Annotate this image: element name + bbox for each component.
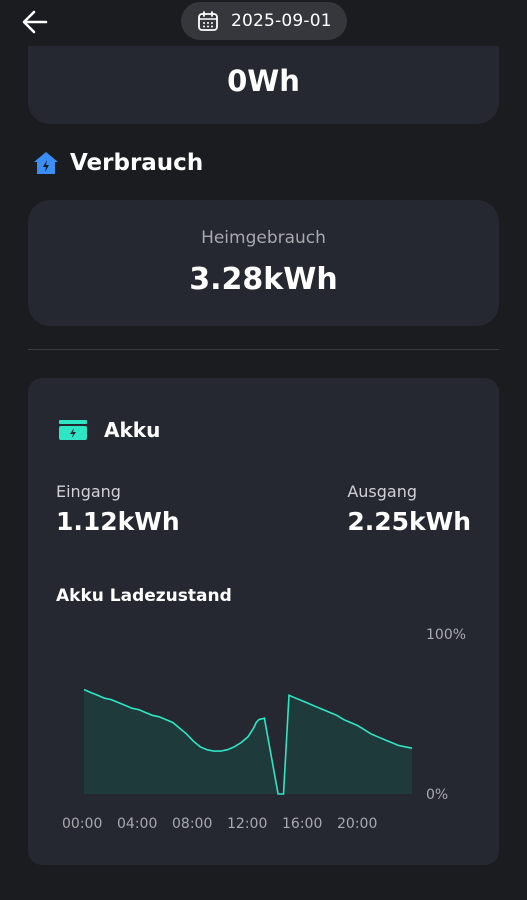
x-tick-label: 20:00 [337,816,377,832]
x-tick-label: 12:00 [227,816,267,832]
home-consumption-label: Heimgebrauch [201,228,326,248]
back-arrow-icon[interactable] [20,8,50,36]
battery-card: Akku Eingang 1.12kWh Ausgang 2.25kWh Akk… [28,378,499,865]
consumption-title: Verbrauch [70,150,204,176]
y-tick-label: 100% [426,627,466,643]
battery-icon [59,420,87,440]
battery-output-value: 2.25kWh [347,507,471,536]
home-consumption-value: 3.28kWh [189,262,338,297]
y-tick-label: 0% [426,787,448,803]
top-bar: 2025-09-01 [0,0,527,46]
battery-header: Akku [58,418,160,442]
home-icon [34,152,58,174]
calendar-icon [198,11,218,31]
chart-title: Akku Ladezustand [56,586,232,606]
date-picker-button[interactable]: 2025-09-01 [181,2,347,40]
divider [28,349,499,350]
battery-soc-chart: 100% 0% 00:00 04:00 08:00 12:00 16:00 20:00 [62,627,466,832]
battery-input-stat: Eingang 1.12kWh [56,482,180,536]
x-tick-label: 16:00 [282,816,322,832]
battery-input-label: Eingang [56,482,121,501]
battery-input-value: 1.12kWh [56,507,180,536]
energy-summary-card: 0Wh [28,46,499,124]
battery-output-label: Ausgang [347,482,417,501]
battery-title: Akku [104,418,161,442]
x-tick-label: 04:00 [117,816,157,832]
x-tick-label: 08:00 [172,816,212,832]
x-tick-label: 00:00 [62,816,102,832]
consumption-section-title: Verbrauch [32,150,203,176]
home-consumption-card: Heimgebrauch 3.28kWh [28,200,499,326]
battery-output-stat: Ausgang 2.25kWh [347,482,471,536]
soc-area-fill [84,689,412,794]
energy-value: 0Wh [227,64,300,98]
date-label: 2025-09-01 [231,11,332,31]
